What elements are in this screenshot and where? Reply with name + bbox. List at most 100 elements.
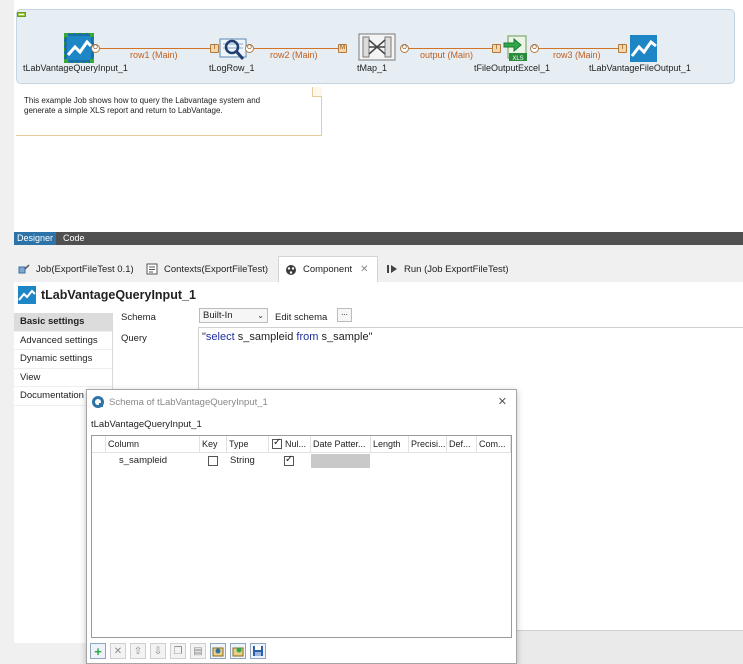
header-comment[interactable]: Com... (477, 436, 511, 453)
dialog-title: Schema of tLabVantageQueryInput_1 (109, 396, 268, 408)
paste-icon[interactable]: ▤ (190, 643, 206, 659)
chevron-down-icon: ⌄ (257, 311, 264, 320)
component-tlabvantagefileoutput[interactable] (629, 34, 659, 64)
tab-component-label: Component (303, 264, 353, 275)
tab-contexts-label: Contexts(ExportFileTest) (164, 263, 269, 275)
connection-row1[interactable] (100, 48, 210, 49)
header-type[interactable]: Type (227, 436, 269, 453)
cell-column-name[interactable]: s_sampleid (119, 453, 167, 469)
left-gutter (0, 0, 14, 664)
panel-bottom-strip (517, 630, 743, 664)
connection-label-row2[interactable]: row2 (Main) (270, 50, 318, 60)
input-port-icon[interactable]: I (210, 44, 219, 53)
import-glyph (212, 647, 224, 657)
close-icon[interactable]: ✕ (360, 264, 368, 275)
input-port-icon[interactable]: I (618, 44, 627, 53)
move-down-icon[interactable]: ⇩ (150, 643, 166, 659)
output-port-icon[interactable]: O (530, 44, 539, 53)
output-port-icon[interactable]: O (245, 44, 254, 53)
dialog-titlebar[interactable]: Schema of tLabVantageQueryInput_1 ✕ (87, 390, 516, 414)
component-label: tMap_1 (357, 63, 388, 73)
component-label: tLabVantageFileOutput_1 (589, 63, 691, 73)
cell-type[interactable]: String (230, 453, 255, 469)
import-icon[interactable] (210, 643, 226, 659)
copy-icon[interactable]: ❐ (170, 643, 186, 659)
input-port-icon[interactable]: I (492, 44, 501, 53)
schema-table[interactable]: Column Key Type Nul... Date Patter... Le… (91, 435, 512, 638)
output-port-icon[interactable]: O (91, 44, 100, 53)
header-key[interactable]: Key (200, 436, 227, 453)
component-title: tLabVantageQueryInput_1 (41, 288, 196, 302)
component-header: tLabVantageQueryInput_1 (14, 282, 743, 308)
svg-text:XLS: XLS (512, 56, 523, 62)
tab-designer[interactable]: Designer (14, 232, 57, 245)
nav-basic-settings[interactable]: Basic settings (14, 313, 112, 332)
component-icon (286, 264, 296, 275)
nav-view[interactable]: View (14, 369, 112, 387)
connection-label-row1[interactable]: row1 (Main) (130, 50, 178, 60)
schema-select-value: Built-In (203, 310, 233, 321)
move-up-icon[interactable]: ⇧ (130, 643, 146, 659)
component-tfileoutputexcel[interactable]: XLS (502, 34, 532, 64)
nullable-checkbox[interactable] (284, 454, 294, 466)
query-quote: " (368, 331, 373, 343)
remove-icon[interactable]: ✕ (110, 643, 126, 659)
labvantage-icon (630, 35, 657, 62)
nav-dynamic-settings[interactable]: Dynamic settings (14, 350, 112, 369)
excel-output-icon: XLS (503, 35, 527, 62)
labvantage-icon (63, 32, 95, 64)
cell-date-pattern[interactable] (311, 454, 370, 468)
connection-row2[interactable] (254, 48, 338, 49)
export-icon[interactable] (230, 643, 246, 659)
table-header-row: Column Key Type Nul... Date Patter... Le… (92, 436, 511, 453)
map-icon (358, 33, 396, 61)
query-column: s_sampleid (237, 331, 294, 343)
schema-dialog[interactable]: Schema of tLabVantageQueryInput_1 ✕ tLab… (86, 389, 517, 664)
output-port-icon[interactable]: O (400, 44, 409, 53)
tab-contexts[interactable]: Contexts(ExportFileTest) (146, 256, 268, 282)
tab-code[interactable]: Code (60, 232, 88, 245)
header-column[interactable]: Column (106, 436, 200, 453)
nullable-all-checkbox[interactable] (272, 437, 282, 449)
dialog-subtitle: tLabVantageQueryInput_1 (91, 419, 202, 430)
header-default[interactable]: Def... (447, 436, 477, 453)
note-fold-corner (312, 87, 322, 97)
tab-component[interactable]: Component ✕ (278, 256, 378, 282)
add-icon[interactable]: + (90, 643, 106, 659)
query-editor[interactable]: "select s_sampleid from s_sample" (198, 327, 743, 397)
save-glyph (253, 646, 263, 656)
edit-schema-button[interactable]: ... (337, 308, 352, 322)
subjob-collapse-icon[interactable] (17, 12, 26, 17)
nav-advanced-settings[interactable]: Advanced settings (14, 332, 112, 350)
schema-label: Schema (121, 312, 156, 323)
job-icon (18, 264, 30, 274)
schema-select[interactable]: Built-In ⌄ (199, 308, 268, 323)
export-glyph (232, 647, 244, 657)
editor-tab-bar: Designer Code (14, 232, 743, 245)
key-checkbox[interactable] (208, 456, 218, 466)
contexts-icon (146, 263, 158, 275)
tab-run-label: Run (Job ExportFileTest) (404, 263, 509, 275)
tab-job-label: Job(ExportFileTest 0.1) (36, 263, 134, 275)
connection-label-output[interactable]: output (Main) (420, 50, 473, 60)
header-date-pattern[interactable]: Date Patter... (311, 436, 371, 453)
connection-output[interactable] (409, 48, 492, 49)
component-label: tFileOutputExcel_1 (474, 63, 551, 73)
component-tmap[interactable] (358, 33, 398, 63)
connection-label-row3[interactable]: row3 (Main) (553, 50, 601, 60)
labvantage-icon (18, 286, 36, 304)
close-icon[interactable]: ✕ (498, 395, 507, 408)
run-icon (387, 265, 397, 273)
view-tab-bar: Job(ExportFileTest 0.1) Contexts(ExportF… (14, 256, 743, 282)
tab-run[interactable]: Run (Job ExportFileTest) (386, 256, 509, 282)
query-label: Query (121, 333, 147, 344)
header-length[interactable]: Length (371, 436, 409, 453)
header-precision[interactable]: Precisi... (409, 436, 447, 453)
input-port-icon[interactable]: M (338, 44, 347, 53)
component-tlabvantagequeryinput[interactable] (63, 32, 95, 64)
tab-job[interactable]: Job(ExportFileTest 0.1) (18, 256, 134, 282)
connection-row3[interactable] (539, 48, 618, 49)
job-note-text: This example Job shows how to query the … (24, 96, 261, 115)
query-table: s_sample (321, 331, 369, 343)
save-icon[interactable] (250, 643, 266, 659)
